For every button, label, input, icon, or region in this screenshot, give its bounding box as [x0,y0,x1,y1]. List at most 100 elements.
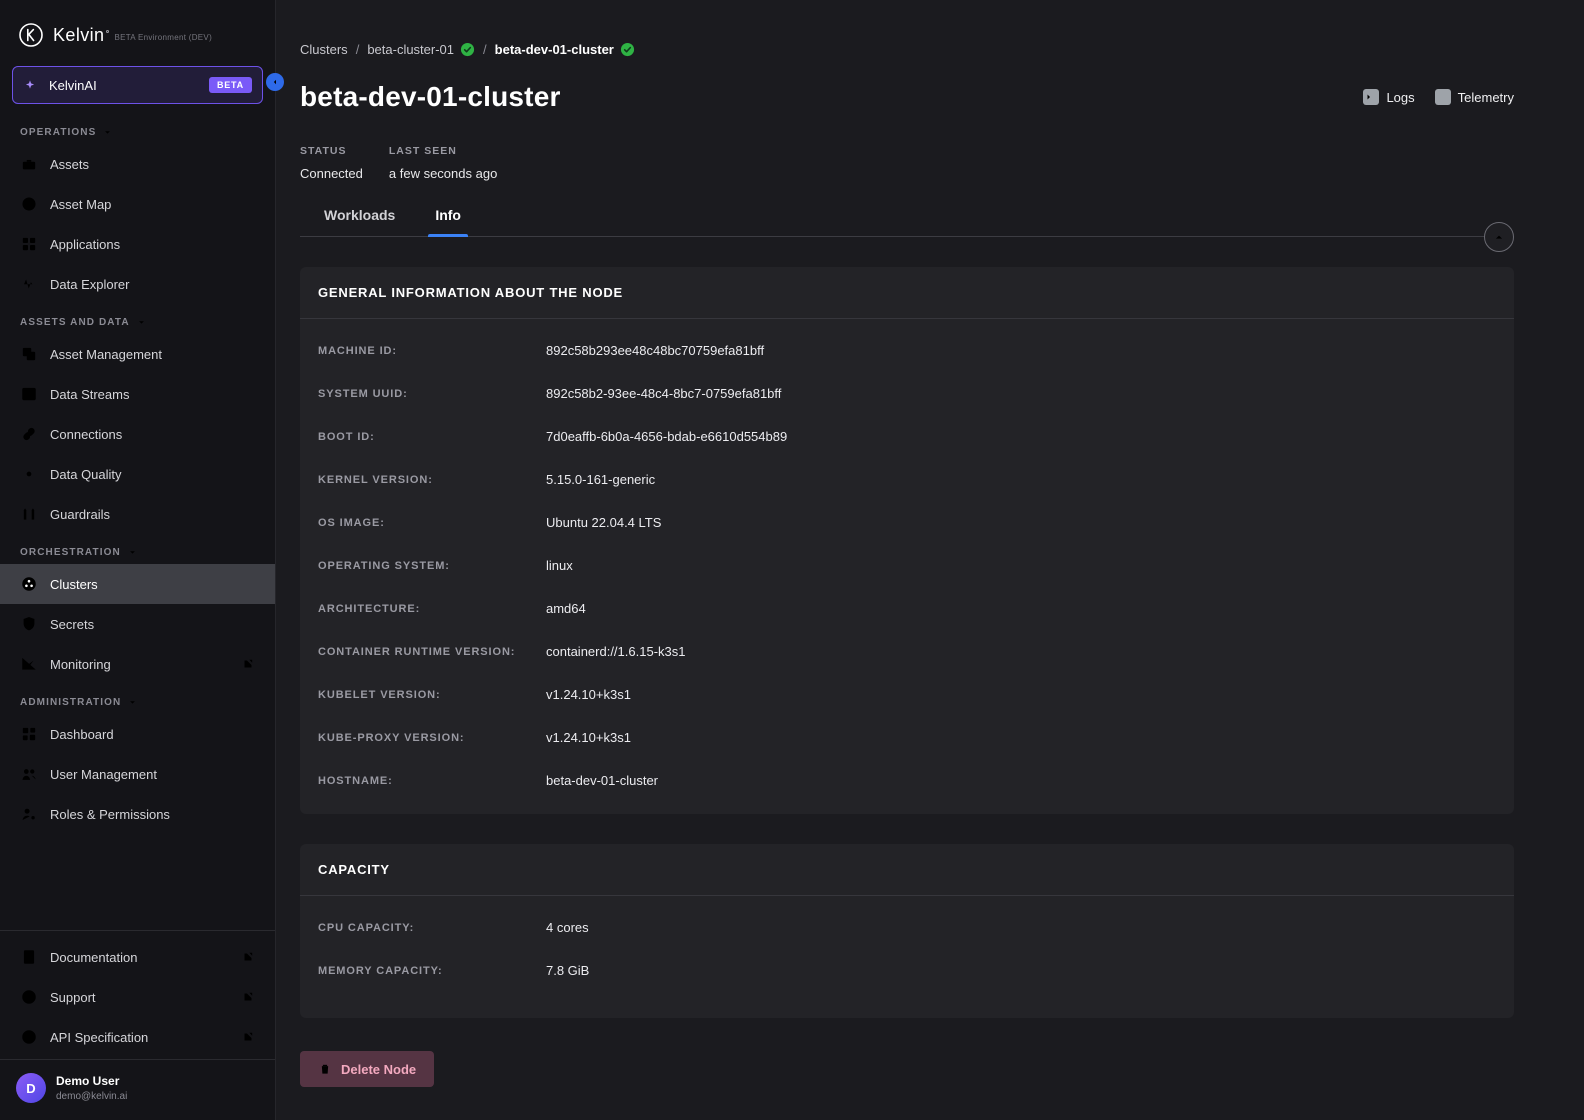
gear-icon [20,465,38,483]
info-label: KERNEL VERSION: [318,473,433,486]
page-header: beta-dev-01-cluster Logs Telemetry [300,81,1514,113]
sidebar-item-assets[interactable]: Assets [0,144,275,184]
logs-button-label: Logs [1386,89,1415,105]
beta-badge: BETA [208,77,252,93]
chevron-down-icon [127,547,138,558]
sidebar-item-support[interactable]: Support [0,977,275,1017]
sidebar-item-guardrails[interactable]: Guardrails [0,494,275,534]
sidebar-item-secrets[interactable]: Secrets [0,604,275,644]
waveform-icon [20,275,38,293]
info-value: 7d0eaffb-6b0a-4656-bdab-e6610d554b89 [546,429,788,444]
breadcrumb-cluster[interactable]: beta-cluster-01 [367,42,454,57]
sidebar-item-documentation[interactable]: Documentation [0,937,275,977]
info-row: MACHINE ID: 892c58b293ee48c48bc70759efa8… [318,329,1496,372]
sidebar-item-label: KelvinAI [49,77,97,93]
sidebar-item-label: Assets [50,156,90,172]
sidebar-item-label: Asset Map [50,196,112,212]
info-row: HOSTNAME: beta-dev-01-cluster [318,759,1496,802]
info-row: KUBELET VERSION: v1.24.10+k3s1 [318,673,1496,716]
logs-button[interactable]: Logs [1363,89,1415,105]
sidebar-item-connections[interactable]: Connections [0,414,275,454]
section-title: ASSETS AND DATA [20,317,130,328]
info-row: KUBE-PROXY VERSION: v1.24.10+k3s1 [318,716,1496,759]
dashboard-grid-icon [20,725,38,743]
page-footer: Delete Node [276,1034,1584,1120]
info-row-clipped: 474.9 G [318,992,1496,1006]
sidebar-item-clusters[interactable]: Clusters [0,564,275,604]
general-info-panel: GENERAL INFORMATION ABOUT THE NODE MACHI… [300,267,1514,814]
sidebar-section-assets-and-data[interactable]: ASSETS AND DATA [0,304,275,334]
capacity-panel: CAPACITY CPU CAPACITY: 4 cores MEMORY CA… [300,844,1514,1018]
sidebar-item-dashboard[interactable]: Dashboard [0,714,275,754]
breadcrumb-clusters[interactable]: Clusters [300,42,348,57]
sidebar-item-asset-management[interactable]: Asset Management [0,334,275,374]
last-seen-field: LAST SEEN a few seconds ago [389,145,497,181]
status-row: STATUS Connected LAST SEEN a few seconds… [300,145,1514,181]
section-title: ORCHESTRATION [20,547,121,558]
telemetry-button[interactable]: Telemetry [1434,89,1514,105]
globe-icon [20,195,38,213]
info-row: MEMORY CAPACITY: 7.8 GiB [318,949,1496,992]
user-menu[interactable]: D Demo User demo@kelvin.ai [0,1059,275,1120]
chevron-down-icon [127,697,138,708]
telemetry-icon [1434,89,1451,105]
tab-info[interactable]: Info [428,207,468,237]
link-icon [20,425,38,443]
info-value: 4 cores [546,920,589,935]
sidebar-item-label: User Management [50,766,157,782]
trash-icon [318,1062,332,1076]
chevron-down-icon [102,127,113,138]
info-value: v1.24.10+k3s1 [546,730,631,745]
sidebar: Kelvin BETA Environment (DEV) KelvinAI B… [0,0,276,1120]
kelvin-logo-icon [18,22,44,48]
shield-icon [20,615,38,633]
sidebar-item-label: Asset Management [50,346,163,362]
sidebar-item-data-streams[interactable]: Data Streams [0,374,275,414]
user-email: demo@kelvin.ai [56,1091,128,1102]
status-field: STATUS Connected [300,145,363,181]
sidebar-item-label: Data Streams [50,386,130,402]
sidebar-item-label: Documentation [50,949,138,965]
info-row: BOOT ID: 7d0eaffb-6b0a-4656-bdab-e6610d5… [318,415,1496,458]
breadcrumb-separator: / [483,42,487,57]
section-title: ADMINISTRATION [20,697,122,708]
external-link-icon [241,950,255,964]
sidebar-item-label: API Specification [50,1029,149,1045]
brand: Kelvin BETA Environment (DEV) [0,0,275,64]
delete-node-label: Delete Node [341,1061,417,1077]
sidebar-item-label: Data Explorer [50,276,130,292]
sidebar-item-monitoring[interactable]: Monitoring [0,644,275,684]
sidebar-item-asset-map[interactable]: Asset Map [0,184,275,224]
sidebar-item-label: Roles & Permissions [50,806,170,822]
tab-workloads[interactable]: Workloads [324,207,395,236]
info-row: ARCHITECTURE: amd64 [318,587,1496,630]
sidebar-item-data-quality[interactable]: Data Quality [0,454,275,494]
sidebar-item-data-explorer[interactable]: Data Explorer [0,264,275,304]
info-label: BOOT ID: [318,430,375,443]
status-value: Connected [300,166,363,181]
delete-node-button[interactable]: Delete Node [300,1051,435,1087]
sidebar-section-operations[interactable]: OPERATIONS [0,114,275,144]
sidebar-item-kelvinai[interactable]: KelvinAI BETA [12,66,263,104]
check-circle-icon [460,42,475,57]
sidebar-section-orchestration[interactable]: ORCHESTRATION [0,534,275,564]
info-row: OPERATING SYSTEM: linux [318,544,1496,587]
sidebar-collapse-button[interactable] [266,73,284,91]
last-seen-label: LAST SEEN [388,145,457,157]
brand-name: Kelvin [53,24,105,45]
main-content: Clusters / beta-cluster-01 / beta-dev-01… [276,0,1584,1120]
sidebar-item-label: Guardrails [50,506,110,522]
user-gear-icon [20,805,38,823]
sidebar-section-administration[interactable]: ADMINISTRATION [0,684,275,714]
info-value: containerd://1.6.15-k3s1 [546,644,686,659]
sidebar-item-api-specification[interactable]: API Specification [0,1017,275,1057]
sidebar-footer-links: Documentation Support API Specification [0,930,275,1059]
page-title: beta-dev-01-cluster [300,81,561,112]
collapse-section-button[interactable] [1484,222,1514,252]
app-root: Kelvin BETA Environment (DEV) KelvinAI B… [0,0,1584,1120]
sidebar-item-applications[interactable]: Applications [0,224,275,264]
sidebar-item-label: Connections [50,426,123,442]
sidebar-item-roles-permissions[interactable]: Roles & Permissions [0,794,275,834]
sidebar-item-user-management[interactable]: User Management [0,754,275,794]
lifebuoy-icon [20,988,38,1006]
